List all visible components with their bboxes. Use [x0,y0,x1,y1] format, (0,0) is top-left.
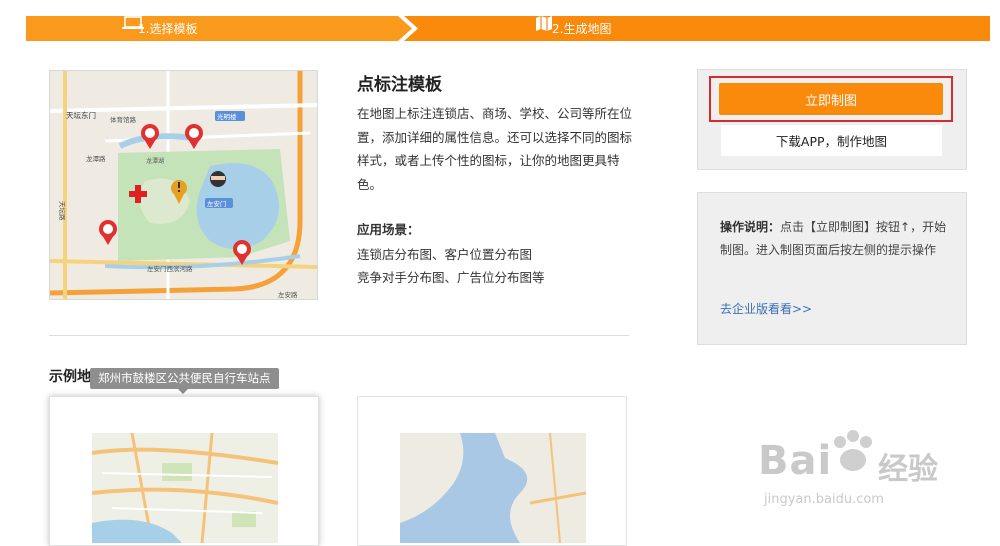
map-label-longtan-road: 龙潭路 [86,154,106,163]
enterprise-version-link[interactable]: 去企业版看看>> [720,300,812,317]
map-label-longtan-lake: 龙潭湖 [146,157,164,165]
template-title: 点标注模板 [357,75,442,95]
ninja-face-icon [210,171,226,187]
example-map-card[interactable] [49,396,319,546]
map-label-tiyuguan-road: 体育馆路 [110,115,137,124]
example-map-thumbnail [400,433,586,543]
example-map-thumbnail [92,433,278,543]
map-label-tiantan-east-gate: 天坛东门 [66,110,96,120]
step-1-label: 1.选择模板 [138,22,198,36]
section-divider [49,335,629,336]
watermark-cn: 经验 [878,452,938,487]
download-app-button[interactable]: 下载APP，制作地图 [721,125,942,156]
template-description: 在地图上标注连锁店、商场、学校、公司等所在位置，添加详细的属性信息。还可以选择不… [357,106,633,192]
action-panel: 立即制图 下载APP，制作地图 [697,69,967,170]
example-map-card[interactable] [357,396,627,546]
help-panel: 操作说明：点击【立即制图】按钮↑，开始制图。进入制图页面后按左侧的提示操作 去企… [697,192,967,345]
help-text: 操作说明：点击【立即制图】按钮↑，开始制图。进入制图页面后按左侧的提示操作 [720,216,950,262]
map-label-zuoanmen-west-road: 左安门西滨河路 [147,264,193,273]
template-preview-map: 天坛东门 体育馆路 光明楼 龙潭路 龙潭湖 左安门 左安门西滨河路 左安路 天坛… [49,70,318,300]
watermark-brand: Bai [758,438,833,484]
baidu-jingyan-watermark: Bai 经验 jingyan.baidu.com [758,428,978,518]
scenario-line: 连锁店分布图、客户位置分布图 [357,247,533,262]
step-1: 1.选择模板 [122,16,197,41]
step-2: 2.生成地图 [536,16,611,41]
example-tooltip: 郑州市鼓楼区公共便民自行车站点 [90,368,279,394]
scenario-line: 竞争对手分布图、广告位分布图等 [357,270,545,285]
scenarios-title: 应用场景： [357,222,420,237]
map-label-zuoan-road: 左安路 [278,290,298,299]
watermark-url: jingyan.baidu.com [764,492,884,507]
map-label-guangming-building: 光明楼 [217,112,237,121]
map-label-tiantan-road: 天坛路 [58,201,67,221]
step-2-label: 2.生成地图 [552,22,612,36]
step-progress-bar: 1.选择模板 2.生成地图 [26,16,990,41]
paw-icon [834,430,872,471]
help-label: 操作说明： [720,220,781,234]
map-label-zuoanmen: 左安门 [207,199,227,208]
create-map-button[interactable]: 立即制图 [719,83,943,115]
